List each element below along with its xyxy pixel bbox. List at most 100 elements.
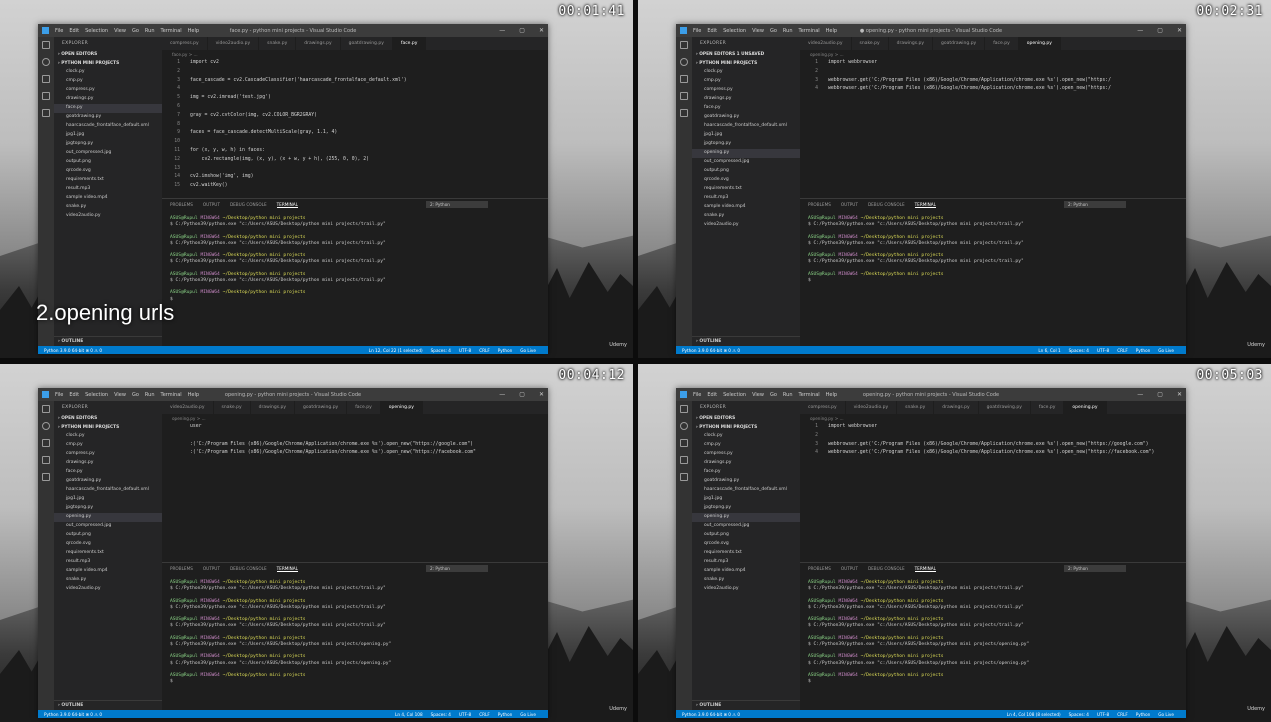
menu-item-edit[interactable]: Edit <box>69 28 79 34</box>
run-icon[interactable] <box>680 456 688 464</box>
file-item[interactable]: drawings.py <box>692 95 800 104</box>
file-item[interactable]: clock.py <box>54 68 162 77</box>
file-item[interactable]: video2audio.py <box>692 585 800 594</box>
file-item[interactable]: requirements.txt <box>54 176 162 185</box>
explorer-icon[interactable] <box>42 41 50 49</box>
file-item[interactable]: compress.py <box>692 450 800 459</box>
status-item[interactable]: CRLF <box>1117 348 1128 353</box>
file-item[interactable]: jpgtopng.py <box>692 140 800 149</box>
file-item[interactable]: video2audio.py <box>54 585 162 594</box>
file-item[interactable]: drawings.py <box>54 95 162 104</box>
code-editor[interactable]: 1 import webbrowser 2 3 webbrowser.get('C:/P… <box>800 423 1186 458</box>
file-item[interactable]: result.mp3 <box>692 558 800 567</box>
file-item[interactable]: requirements.txt <box>692 185 800 194</box>
status-item[interactable]: CRLF <box>479 348 490 353</box>
status-item[interactable]: Python <box>498 348 513 353</box>
file-item[interactable]: goatdrawing.py <box>54 113 162 122</box>
menu-item-view[interactable]: View <box>114 28 126 34</box>
tab-goatdrawing-py[interactable]: goatdrawing.py <box>933 37 986 50</box>
status-item[interactable]: Go Live <box>1158 712 1174 717</box>
menu-item-go[interactable]: Go <box>770 392 777 398</box>
menu-item-file[interactable]: File <box>55 392 63 398</box>
status-item[interactable]: Python <box>1136 348 1151 353</box>
explorer-section[interactable]: › PYTHON MINI PROJECTS <box>692 59 800 68</box>
search-icon[interactable] <box>680 422 688 430</box>
status-item[interactable]: UTF-8 <box>459 712 471 717</box>
terminal-select[interactable]: 2: Python <box>426 565 488 572</box>
status-left[interactable]: Python 3.9.0 64-bit ⊗ 0 ⚠ 0 <box>682 348 740 353</box>
explorer-icon[interactable] <box>680 405 688 413</box>
status-item[interactable]: Spaces: 4 <box>1069 348 1089 353</box>
source-control-icon[interactable] <box>680 75 688 83</box>
menu-item-run[interactable]: Run <box>783 392 793 398</box>
file-item[interactable]: result.mp3 <box>692 194 800 203</box>
minimize-icon[interactable]: — <box>1137 27 1143 34</box>
menu-item-run[interactable]: Run <box>145 392 155 398</box>
tab-snake-py[interactable]: snake.py <box>897 401 935 414</box>
outline-section[interactable]: › OUTLINE <box>54 700 162 710</box>
explorer-icon[interactable] <box>42 405 50 413</box>
tab-snake-py[interactable]: snake.py <box>852 37 889 50</box>
file-item[interactable]: out_compressed.jpg <box>54 149 162 158</box>
extensions-icon[interactable] <box>42 109 50 117</box>
menu-item-edit[interactable]: Edit <box>707 28 717 34</box>
file-item[interactable]: jpg1.jpg <box>692 131 800 140</box>
terminal[interactable]: ASUS@Rupul MINGW64 ~/Desktop/python mini… <box>800 574 1186 698</box>
status-item[interactable]: Spaces: 4 <box>431 348 451 353</box>
status-item[interactable]: Go Live <box>1158 348 1174 353</box>
file-item[interactable]: jpg1.jpg <box>54 131 162 140</box>
file-item[interactable]: snake.py <box>692 576 800 585</box>
file-item[interactable]: qrcode.svg <box>54 540 162 549</box>
menu-item-edit[interactable]: Edit <box>707 392 717 398</box>
file-item[interactable]: sample video.mp4 <box>692 567 800 576</box>
minimize-icon[interactable]: — <box>1137 391 1143 398</box>
file-item[interactable]: compress.py <box>54 450 162 459</box>
tab-compress-py[interactable]: compress.py <box>162 37 208 50</box>
file-item[interactable]: jpgtopng.py <box>54 140 162 149</box>
maximize-icon[interactable]: ▢ <box>519 27 525 34</box>
file-item[interactable]: clock.py <box>692 68 800 77</box>
status-item[interactable]: Ln 6, Col 1 <box>1038 348 1060 353</box>
file-item[interactable]: clock.py <box>692 432 800 441</box>
tab-drawings-py[interactable]: drawings.py <box>296 37 341 50</box>
tab-drawings-py[interactable]: drawings.py <box>889 37 934 50</box>
menu-item-selection[interactable]: Selection <box>85 392 108 398</box>
file-item[interactable]: output.png <box>692 531 800 540</box>
minimize-icon[interactable]: — <box>499 391 505 398</box>
status-item[interactable]: Ln 4, Col 108 (8 selected) <box>1007 712 1061 717</box>
source-control-icon[interactable] <box>42 439 50 447</box>
status-left[interactable]: Python 3.9.0 64-bit ⊗ 0 ⚠ 0 <box>44 348 102 353</box>
menu-item-go[interactable]: Go <box>132 392 139 398</box>
file-item[interactable]: opening.py <box>692 513 800 522</box>
menu-item-selection[interactable]: Selection <box>85 28 108 34</box>
close-icon[interactable]: ✕ <box>1177 391 1182 398</box>
outline-section[interactable]: › OUTLINE <box>692 336 800 346</box>
close-icon[interactable]: ✕ <box>539 27 544 34</box>
file-item[interactable]: compress.py <box>54 86 162 95</box>
file-item[interactable]: requirements.txt <box>692 549 800 558</box>
file-item[interactable]: result.mp3 <box>54 185 162 194</box>
file-item[interactable]: snake.py <box>54 576 162 585</box>
panel-tab-output[interactable]: OUTPUT <box>203 566 220 571</box>
menu-item-help[interactable]: Help <box>826 392 837 398</box>
file-item[interactable]: face.py <box>54 468 162 477</box>
menu-item-view[interactable]: View <box>752 28 764 34</box>
panel-tab-problems[interactable]: PROBLEMS <box>808 566 831 571</box>
status-item[interactable]: CRLF <box>1117 712 1128 717</box>
code-editor[interactable]: user:('C:/Program Files (x86)/Google/Chr… <box>162 423 548 458</box>
tab-face-py[interactable]: face.py <box>392 37 427 50</box>
terminal[interactable]: ASUS@Rupul MINGW64 ~/Desktop/python mini… <box>162 574 548 698</box>
terminal[interactable]: ASUS@Rupul MINGW64 ~/Desktop/python mini… <box>162 210 548 315</box>
file-item[interactable]: output.png <box>54 531 162 540</box>
file-item[interactable]: sample video.mp4 <box>54 194 162 203</box>
tab-video2audio-py[interactable]: video2audio.py <box>162 401 214 414</box>
source-control-icon[interactable] <box>680 439 688 447</box>
file-item[interactable]: face.py <box>692 104 800 113</box>
status-item[interactable]: Python <box>1136 712 1151 717</box>
file-item[interactable]: out_compressed.jpg <box>692 158 800 167</box>
file-item[interactable]: sample video.mp4 <box>692 203 800 212</box>
extensions-icon[interactable] <box>42 473 50 481</box>
status-item[interactable]: UTF-8 <box>1097 348 1109 353</box>
menu-item-terminal[interactable]: Terminal <box>799 392 820 398</box>
file-item[interactable]: result.mp3 <box>54 558 162 567</box>
